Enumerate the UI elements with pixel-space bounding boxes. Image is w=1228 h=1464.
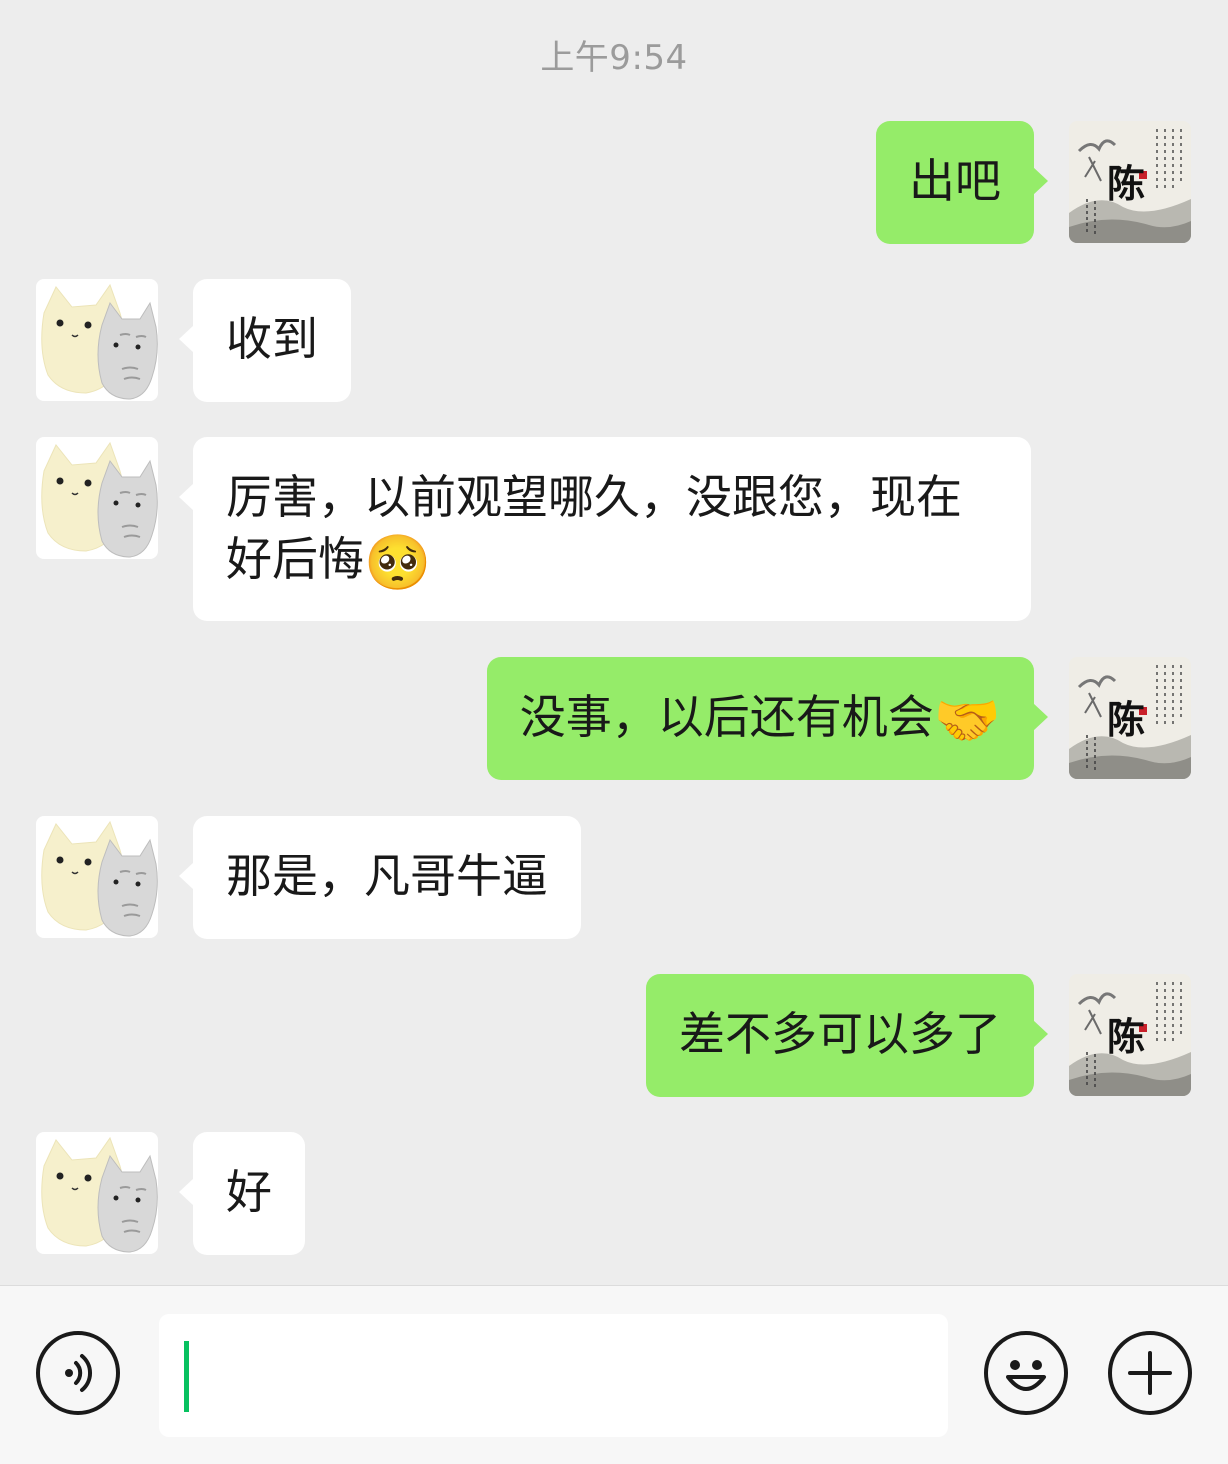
incoming-message-bubble[interactable]: 厉害，以前观望哪久，没跟您，现在好后悔🥺 bbox=[179, 437, 1031, 621]
message-text: 那是，凡哥牛逼 bbox=[226, 849, 548, 903]
my-avatar-char: 陈 bbox=[1107, 697, 1146, 742]
my-avatar[interactable]: 陈 bbox=[1069, 974, 1191, 1096]
emoji-button[interactable] bbox=[984, 1331, 1068, 1415]
my-avatar[interactable]: 陈 bbox=[1069, 657, 1191, 779]
chat-input-bar bbox=[0, 1285, 1228, 1464]
emoji-icon bbox=[1006, 1360, 1046, 1391]
voice-button[interactable] bbox=[36, 1331, 120, 1415]
message-text: 差不多可以多了 bbox=[679, 1007, 1001, 1061]
text-caret bbox=[184, 1341, 189, 1412]
message-input[interactable] bbox=[159, 1314, 948, 1437]
voice-icon bbox=[65, 1354, 93, 1392]
more-button[interactable] bbox=[1108, 1331, 1192, 1415]
message-text: 好 bbox=[226, 1165, 272, 1219]
contact-avatar[interactable] bbox=[36, 437, 158, 559]
message-text: 厉害，以前观望哪久，没跟您，现在好后悔 bbox=[226, 470, 962, 586]
message-text: 出吧 bbox=[909, 154, 1001, 208]
plus-icon bbox=[1128, 1351, 1172, 1395]
my-avatar-char: 陈 bbox=[1107, 161, 1146, 206]
outgoing-message-bubble[interactable]: 出吧 bbox=[876, 121, 1048, 244]
my-avatar-char: 陈 bbox=[1107, 1014, 1146, 1059]
incoming-message-bubble[interactable]: 收到 bbox=[179, 279, 351, 402]
contact-avatar[interactable] bbox=[36, 816, 158, 938]
my-avatar[interactable]: 陈 bbox=[1069, 121, 1191, 243]
chat-timestamp: 上午9:54 bbox=[540, 38, 688, 78]
incoming-message-bubble[interactable]: 好 bbox=[179, 1132, 305, 1255]
outgoing-message-bubble[interactable]: 没事，以后还有机会🤝 bbox=[486, 657, 1049, 780]
pleading-face-emoji-icon: 🥺 bbox=[364, 531, 432, 594]
outgoing-message-bubble[interactable]: 差不多可以多了 bbox=[646, 974, 1048, 1097]
contact-avatar[interactable] bbox=[36, 1132, 158, 1254]
contact-avatar[interactable] bbox=[36, 279, 158, 401]
message-text: 收到 bbox=[226, 312, 318, 366]
handshake-emoji-icon: 🤝 bbox=[933, 689, 1001, 752]
incoming-message-bubble[interactable]: 那是，凡哥牛逼 bbox=[179, 816, 581, 939]
message-text: 没事，以后还有机会 bbox=[519, 690, 934, 744]
